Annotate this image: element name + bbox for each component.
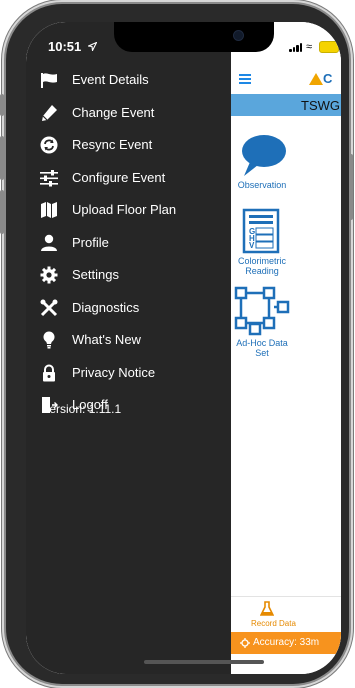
menu-item-configure-event[interactable]: Configure Event — [26, 162, 231, 195]
volume-up-button — [0, 136, 4, 180]
power-button — [349, 154, 353, 220]
menu-item-label: Diagnostics — [72, 299, 140, 315]
location-arrow-icon — [88, 42, 97, 51]
mute-switch — [0, 94, 4, 116]
notch — [114, 22, 274, 52]
phone-frame: ≈ C TSWG D Observation — [0, 4, 353, 684]
side-drawer: 10:51 Event Details Change Event Resync … — [26, 22, 231, 674]
colorimetric-chart-icon: G H V — [242, 208, 280, 254]
menu-item-privacy-notice[interactable]: Privacy Notice — [26, 357, 231, 390]
menu-item-resync-event[interactable]: Resync Event — [26, 129, 231, 162]
data-set-nodes-icon — [234, 286, 290, 336]
svg-text:V: V — [249, 241, 255, 250]
event-title: TSWG D — [301, 98, 341, 113]
ad-hoc-data-set-label: Ad-Hoc Data Set — [236, 338, 288, 358]
flask-icon — [260, 601, 274, 616]
event-title-bar: TSWG D — [231, 94, 341, 116]
volume-down-button — [0, 190, 4, 234]
wifi-icon: ≈ — [306, 41, 313, 53]
colorimetric-reading-label: Colorimetric Reading — [237, 256, 286, 276]
menu-item-label: Event Details — [72, 72, 149, 87]
colorimetric-reading-tile[interactable]: G H V Colorimetric Reading — [231, 208, 293, 276]
person-icon — [41, 234, 57, 251]
drawer-menu: Event Details Change Event Resync Event … — [26, 64, 231, 422]
menu-item-label: Privacy Notice — [72, 364, 156, 380]
crosshair-icon — [240, 638, 250, 648]
menu-item-label: Settings — [72, 267, 119, 282]
app-version: Version: 1.11.1 — [42, 402, 122, 416]
observation-label: Observation — [237, 180, 287, 190]
menu-item-profile[interactable]: Profile — [26, 227, 231, 260]
app-header: C — [231, 66, 341, 94]
sliders-icon — [40, 169, 58, 186]
menu-item-label: What's New — [72, 332, 141, 347]
hamburger-menu-icon[interactable] — [239, 74, 251, 84]
menu-item-label: Profile — [72, 234, 109, 250]
status-time: 10:51 — [48, 39, 82, 54]
menu-item-label: Resync Event — [72, 137, 153, 152]
signal-icon — [289, 43, 303, 52]
tools-icon — [40, 299, 58, 316]
logo-flask-icon — [309, 73, 323, 85]
accuracy-text: Accuracy: 33m — [253, 637, 320, 648]
menu-item-whats-new[interactable]: What's New — [26, 324, 231, 357]
menu-item-label: Configure Event — [72, 169, 166, 185]
phone-screen: ≈ C TSWG D Observation — [26, 22, 341, 674]
home-indicator[interactable] — [144, 660, 264, 664]
speech-bubble-icon — [242, 135, 286, 176]
menu-item-upload-floor-plan[interactable]: Upload Floor Plan — [26, 194, 231, 227]
menu-item-diagnostics[interactable]: Diagnostics — [26, 292, 231, 325]
record-data-tab[interactable]: Record Data — [231, 596, 341, 633]
menu-item-settings[interactable]: Settings — [26, 259, 231, 292]
gear-icon — [40, 266, 58, 284]
accuracy-bar: Accuracy: 33m — [231, 632, 341, 654]
status-icons: ≈ — [281, 40, 341, 54]
pencil-icon — [42, 104, 57, 121]
menu-item-event-details[interactable]: Event Details — [26, 64, 231, 97]
flag-icon — [41, 73, 57, 88]
app-logo-text: C — [323, 71, 333, 86]
map-icon — [41, 202, 57, 218]
menu-item-label: Change Event — [72, 104, 155, 120]
menu-item-label: Upload Floor Plan — [72, 202, 177, 217]
lightbulb-icon — [43, 331, 55, 349]
battery-icon — [319, 41, 339, 53]
lock-icon — [43, 364, 55, 381]
record-data-label: Record Data — [251, 619, 296, 628]
observation-tile[interactable]: Observation — [231, 132, 293, 190]
camera-icon — [234, 31, 243, 40]
ad-hoc-data-set-tile[interactable]: Ad-Hoc Data Set — [231, 286, 293, 358]
sync-icon — [40, 136, 58, 154]
menu-item-change-event[interactable]: Change Event — [26, 97, 231, 130]
